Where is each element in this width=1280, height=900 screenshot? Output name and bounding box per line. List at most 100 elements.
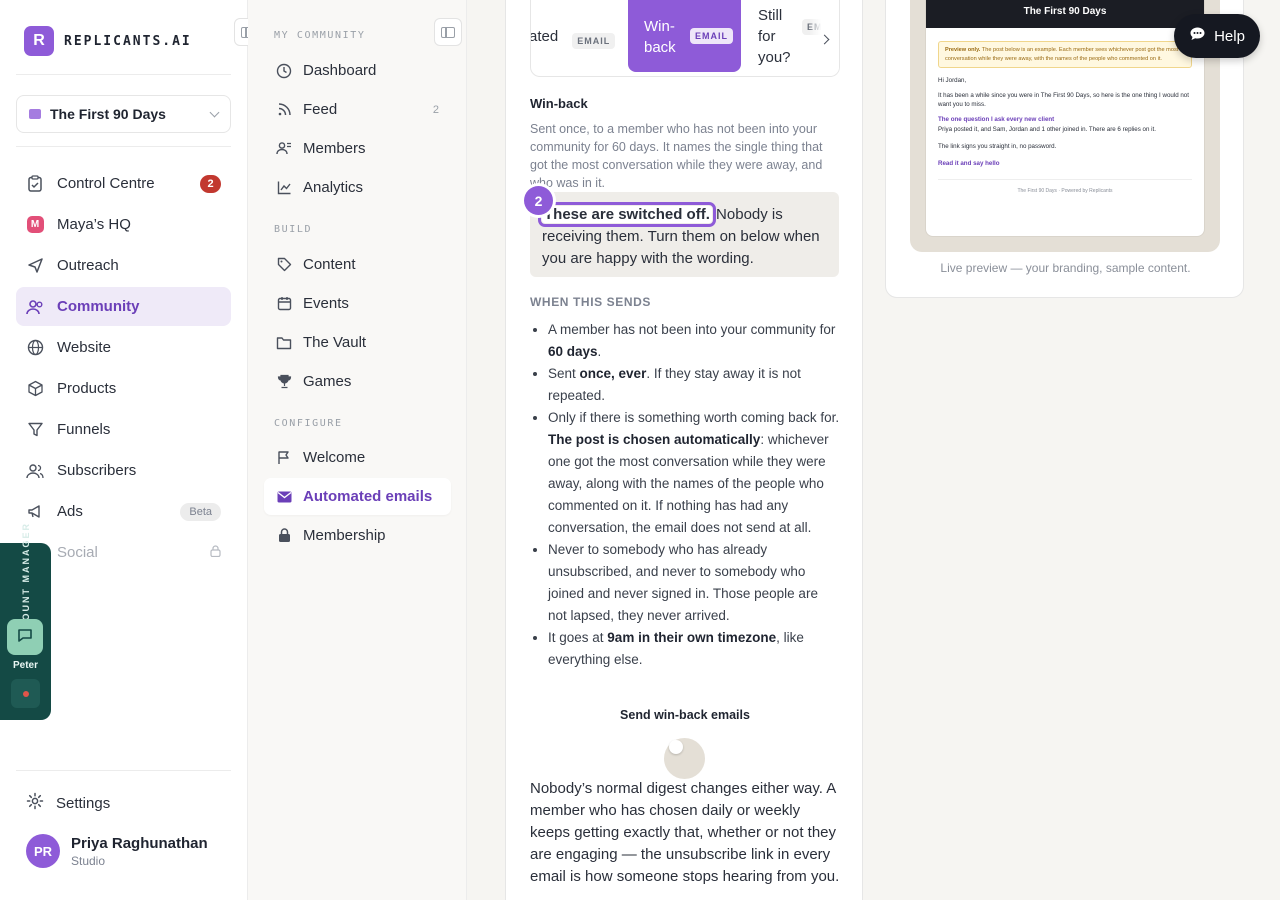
settings-label: Settings <box>56 794 111 812</box>
community-selector[interactable]: The First 90 Days <box>16 95 231 133</box>
list-item: Sent once, ever. If they stay away it is… <box>548 363 840 407</box>
clipboard-icon <box>26 175 44 193</box>
chat-icon <box>17 627 33 648</box>
nav-item-outreach[interactable]: Outreach <box>16 246 231 285</box>
nav-item-subscribers[interactable]: Subscribers <box>16 451 231 490</box>
nav-item-website[interactable]: Website <box>16 328 231 367</box>
email-pill: EMAIL <box>572 33 616 49</box>
nav-item-ads[interactable]: Ads Beta <box>16 492 231 531</box>
preview-post-title: The one question I ask every new client <box>938 116 1055 123</box>
nav-label: Subscribers <box>57 462 137 479</box>
people-icon <box>26 298 44 316</box>
nav-item-control-centre[interactable]: Control Centre 2 <box>16 164 231 203</box>
nav-label: Products <box>57 380 117 397</box>
user-name: Priya Raghunathan <box>71 834 208 852</box>
tabs-next-button[interactable] <box>809 0 839 76</box>
envelope-icon <box>276 489 292 505</box>
email-description: Sent once, to a member who has not been … <box>530 122 823 190</box>
nav-label: Control Centre <box>57 175 155 192</box>
tab-previous-email[interactable]: ated EMAIL <box>531 0 619 72</box>
email-pill: EMAIL <box>690 28 733 44</box>
brand[interactable]: R REPLICANTS.AI <box>24 26 192 56</box>
sub-item-members[interactable]: Members <box>264 130 451 167</box>
preview-signin-note: The link signs you straight in, no passw… <box>938 143 1057 150</box>
collapse-panel-icon[interactable] <box>434 18 462 46</box>
email-preview: The First 90 Days Preview only. The post… <box>925 0 1205 237</box>
folder-icon <box>276 335 292 351</box>
digest-note: Nobody’s normal digest changes either wa… <box>530 780 840 885</box>
settings-link[interactable]: Settings <box>26 792 110 814</box>
community-icon <box>29 109 41 119</box>
preview-intro: It has been a while since you were in Th… <box>938 92 1189 108</box>
send-toggle-label: Send win-back emails <box>620 708 750 722</box>
sub-label: Welcome <box>303 449 366 466</box>
preview-greeting: Hi Jordan, <box>938 77 967 84</box>
sub-item-membership[interactable]: Membership <box>264 517 451 554</box>
user-profile[interactable]: PR Priya Raghunathan Studio <box>26 834 208 868</box>
sub-label: Dashboard <box>303 62 377 79</box>
nav-item-community[interactable]: Community <box>16 287 231 326</box>
step-badge: 2 <box>524 186 553 215</box>
sub-item-games[interactable]: Games <box>264 363 451 400</box>
members-icon <box>276 141 292 157</box>
help-button[interactable]: Help <box>1174 14 1260 58</box>
chat-button[interactable] <box>7 619 43 655</box>
preview-header: The First 90 Days <box>926 0 1204 28</box>
send-icon <box>26 257 44 275</box>
nav-item-products[interactable]: Products <box>16 369 231 408</box>
megaphone-icon <box>26 503 44 521</box>
list-item: A member has not been into your communit… <box>548 319 840 363</box>
nav-label: Maya’s HQ <box>57 216 131 233</box>
record-button[interactable] <box>11 679 40 708</box>
record-icon <box>22 690 29 697</box>
community-sidebar: MY COMMUNITY Dashboard Feed 2 Members An… <box>248 0 467 900</box>
preview-notice: Preview only. The post below is an examp… <box>938 41 1192 68</box>
email-tabs: ated EMAIL Win-back EMAIL Still for you?… <box>530 0 840 77</box>
maya-logo-icon: M <box>26 216 44 234</box>
tab-label: Win-back <box>644 17 676 56</box>
box-icon <box>26 380 44 398</box>
sub-item-welcome[interactable]: Welcome <box>264 439 451 476</box>
preview-post-meta: Priya posted it, and Sam, Jordan and 1 o… <box>938 126 1156 133</box>
sub-item-events[interactable]: Events <box>264 285 451 322</box>
sub-label: Content <box>303 256 356 273</box>
app-sidebar: R REPLICANTS.AI The First 90 Days Contro… <box>0 0 262 900</box>
flag-icon <box>276 450 292 466</box>
user-plan: Studio <box>71 853 106 868</box>
chevron-down-icon <box>209 107 220 117</box>
globe-icon <box>26 339 44 357</box>
brand-name: REPLICANTS.AI <box>64 33 192 49</box>
email-editor-card: ated EMAIL Win-back EMAIL Still for you?… <box>505 0 863 900</box>
sub-item-content[interactable]: Content <box>264 246 451 283</box>
brand-logo-icon: R <box>24 26 54 56</box>
email-title: Win-back <box>530 96 588 111</box>
nav-label: Website <box>57 339 111 356</box>
nav-item-mayas-hq[interactable]: M Maya’s HQ <box>16 205 231 244</box>
chevron-right-icon <box>819 34 829 45</box>
send-win-back-toggle[interactable] <box>664 738 705 779</box>
when-this-sends-heading: WHEN THIS SENDS <box>530 295 652 309</box>
chart-icon <box>276 180 292 196</box>
sub-label: Feed <box>303 101 338 118</box>
beta-badge: Beta <box>180 502 221 521</box>
nav-label: Ads <box>57 503 83 520</box>
sub-item-vault[interactable]: The Vault <box>264 324 451 361</box>
avatar: PR <box>26 834 60 868</box>
sub-label: Members <box>303 140 366 157</box>
list-item: Only if there is something worth coming … <box>548 407 840 539</box>
sub-item-analytics[interactable]: Analytics <box>264 169 451 206</box>
funnel-icon <box>26 421 44 439</box>
nav-label: Social <box>57 544 98 561</box>
tab-win-back[interactable]: Win-back EMAIL <box>628 0 741 72</box>
nav-item-funnels[interactable]: Funnels <box>16 410 231 449</box>
sub-item-automated-emails[interactable]: Automated emails <box>264 478 451 515</box>
divider <box>16 770 231 771</box>
rss-icon <box>276 102 292 118</box>
sub-item-dashboard[interactable]: Dashboard <box>264 52 451 89</box>
tab-label: Still for you? <box>758 7 791 66</box>
sub-label: Analytics <box>303 179 364 196</box>
account-manager-name: Peter <box>12 660 38 671</box>
feed-count: 2 <box>432 103 439 116</box>
sub-item-feed[interactable]: Feed 2 <box>264 91 451 128</box>
sub-label: Automated emails <box>303 488 433 505</box>
